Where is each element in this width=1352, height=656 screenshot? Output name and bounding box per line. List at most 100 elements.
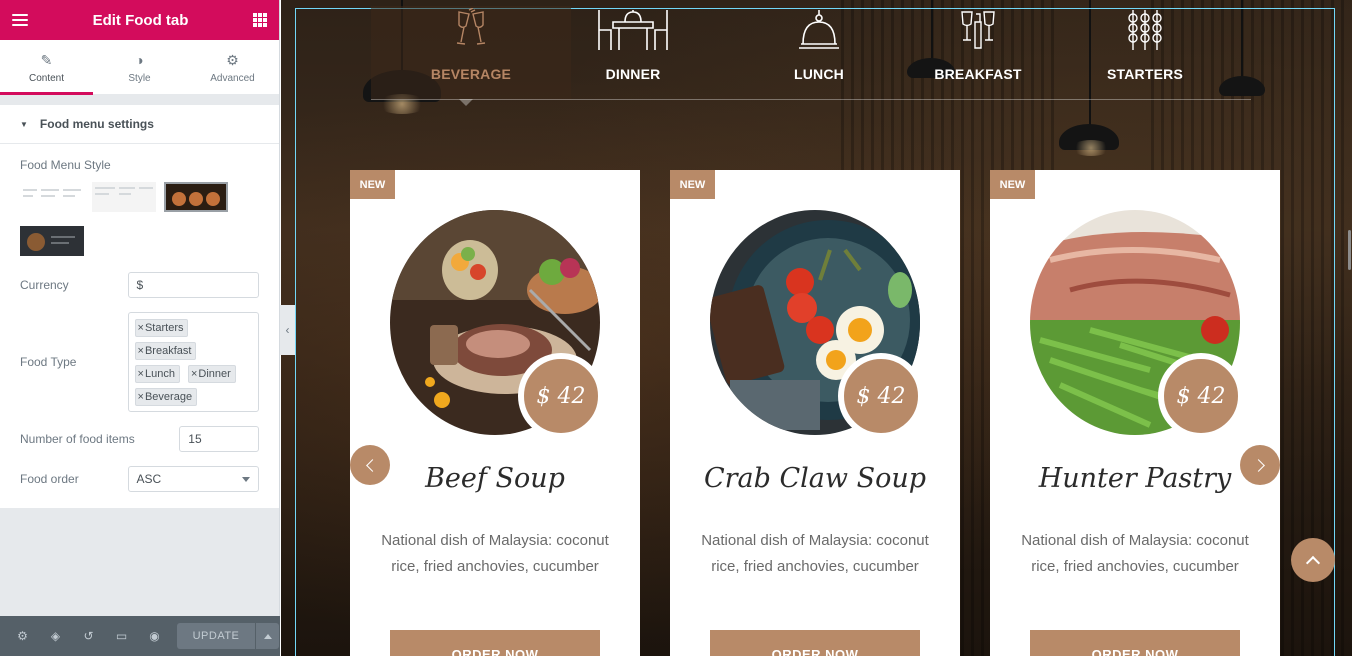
widgets-grid-icon[interactable]: [252, 13, 267, 27]
food-order-value: ASC: [136, 472, 162, 486]
tag-beverage[interactable]: ×Beverage: [134, 388, 198, 406]
food-order-select[interactable]: ASC: [127, 466, 259, 492]
style-picker: [20, 181, 250, 270]
tag-starters[interactable]: ×Starters: [134, 319, 189, 337]
carousel-next-button[interactable]: [1240, 445, 1280, 485]
style-option-2[interactable]: [92, 182, 156, 212]
pencil-icon: ✎: [40, 51, 53, 68]
remove-icon[interactable]: ×: [138, 368, 144, 380]
food-name: Crab Claw Soup: [703, 463, 927, 494]
tag-dinner[interactable]: ×Dinner: [187, 365, 236, 383]
remove-icon[interactable]: ×: [138, 322, 144, 334]
tab-breakfast[interactable]: BREAKFAST: [916, 6, 1040, 100]
chevron-left-icon: [365, 458, 379, 472]
food-name: Hunter Pastry: [1038, 463, 1232, 494]
navigator-layers-icon[interactable]: ◈: [39, 629, 72, 643]
order-now-button[interactable]: ORDER NOW: [1030, 630, 1240, 656]
champagne-icon: [961, 11, 995, 49]
contrast-icon: ◑: [135, 51, 144, 68]
tab-content[interactable]: ✎ Content: [0, 40, 93, 95]
scroll-to-top-button[interactable]: [1291, 538, 1335, 582]
panel-body: ▼ Food menu settings Food Menu Style Cur…: [0, 105, 279, 508]
order-now-button[interactable]: ORDER NOW: [710, 630, 920, 656]
section-title: Food menu settings: [39, 117, 154, 131]
currency-row: Currency $: [20, 272, 259, 298]
price-badge: $ 42: [838, 353, 924, 439]
page-preview: BEVERAGE DINNER LUNCH BREAKFAST STARTERS…: [281, 0, 1352, 656]
preview-eye-icon[interactable]: ◉: [138, 629, 171, 643]
food-description: National dish of Malaysia: coconut rice,…: [701, 532, 929, 575]
order-now-button[interactable]: ORDER NOW: [390, 630, 600, 656]
panel-tabs: ✎ Content ◑ Style ⚙ Advanced: [0, 40, 279, 95]
tab-starters[interactable]: STARTERS: [1083, 6, 1207, 100]
new-badge: NEW: [990, 170, 1035, 199]
style-option-1[interactable]: [20, 182, 84, 212]
wine-glasses-icon: [456, 8, 486, 45]
tab-label: Advanced: [210, 72, 255, 84]
food-type-row: Food Type ×Starters ×Breakfast ×Lunch ×D…: [20, 312, 259, 412]
currency-label: Currency: [20, 278, 69, 292]
tab-label: Content: [28, 72, 65, 84]
number-of-items-label: Number of food items: [20, 432, 135, 446]
food-card: NEW $ 42 Crab Claw Soup National dish of…: [670, 170, 960, 656]
editor-panel: Edit Food tab ✎ Content ◑ Style ⚙ Advanc…: [0, 0, 280, 656]
number-of-items-row: Number of food items 15: [20, 426, 259, 452]
update-button[interactable]: UPDATE: [177, 623, 255, 649]
carousel-prev-button[interactable]: [350, 445, 390, 485]
chevron-right-icon: [1251, 458, 1265, 472]
panel-title: Edit Food tab: [92, 11, 189, 29]
tag-breakfast[interactable]: ×Breakfast: [134, 342, 197, 360]
settings-gear-icon[interactable]: ⚙: [6, 629, 39, 643]
cloche-icon: [799, 10, 839, 49]
gear-icon: ⚙: [226, 51, 239, 68]
tag-lunch[interactable]: ×Lunch: [134, 365, 180, 383]
food-order-label: Food order: [20, 472, 79, 486]
food-type-label: Food Type: [20, 355, 77, 369]
remove-icon[interactable]: ×: [138, 345, 144, 357]
responsive-desktop-icon[interactable]: ▭: [105, 629, 138, 643]
tab-label: STARTERS: [1106, 66, 1183, 82]
tab-beverage[interactable]: BEVERAGE: [371, 6, 571, 100]
chevron-up-icon: [1305, 555, 1321, 570]
tab-label: BEVERAGE: [430, 66, 512, 82]
food-menu-style-label: Food Menu Style: [20, 158, 111, 172]
tab-label: LUNCH: [794, 66, 844, 82]
active-tab-pointer: [459, 99, 473, 106]
tab-label: Style: [128, 72, 151, 84]
scrollbar-handle[interactable]: [1348, 230, 1351, 270]
food-card: NEW $ 42 Beef Soup National dish of Mala…: [350, 170, 640, 656]
skewers-icon: [1128, 10, 1162, 50]
style-option-3-selected[interactable]: [163, 181, 229, 213]
tab-style[interactable]: ◑ Style: [93, 40, 186, 94]
food-card: NEW $ 42 Hunter Pastry National dish of …: [990, 170, 1280, 656]
food-description: National dish of Malaysia: coconut rice,…: [381, 532, 609, 575]
section-controls: Food Menu Style Currency $ Food Type ×St…: [0, 144, 279, 508]
tabs-divider: [371, 99, 1251, 100]
history-icon[interactable]: ↺: [72, 629, 105, 643]
new-badge: NEW: [670, 170, 715, 199]
tab-label: DINNER: [605, 66, 661, 82]
panel-header: Edit Food tab: [0, 0, 279, 40]
food-order-row: Food order ASC: [20, 466, 259, 492]
remove-icon[interactable]: ×: [138, 391, 144, 403]
section-toggle-food-menu-settings[interactable]: ▼ Food menu settings: [0, 105, 279, 144]
caret-up-icon: [263, 633, 272, 639]
tab-lunch[interactable]: LUNCH: [757, 6, 881, 100]
price-badge: $ 42: [1158, 353, 1244, 439]
food-type-multiselect[interactable]: ×Starters ×Breakfast ×Lunch ×Dinner ×Bev…: [127, 312, 259, 412]
dining-table-icon: [598, 10, 668, 50]
lamp-glow: [1071, 140, 1111, 156]
remove-icon[interactable]: ×: [191, 368, 197, 380]
currency-input[interactable]: $: [127, 272, 259, 298]
food-description: National dish of Malaysia: coconut rice,…: [1021, 532, 1249, 575]
panel-footer: ⚙ ◈ ↺ ▭ ◉ UPDATE: [0, 616, 280, 656]
panel-collapse-button[interactable]: ‹: [280, 305, 295, 355]
number-of-items-input[interactable]: 15: [179, 426, 259, 452]
food-category-tabs: BEVERAGE DINNER LUNCH BREAKFAST STARTERS: [371, 6, 1251, 100]
price-badge: $ 42: [518, 353, 604, 439]
style-option-4[interactable]: [20, 226, 84, 256]
menu-icon[interactable]: [12, 14, 28, 26]
update-options-button[interactable]: [255, 623, 279, 649]
tab-advanced[interactable]: ⚙ Advanced: [186, 40, 279, 94]
tab-dinner[interactable]: DINNER: [571, 6, 695, 100]
